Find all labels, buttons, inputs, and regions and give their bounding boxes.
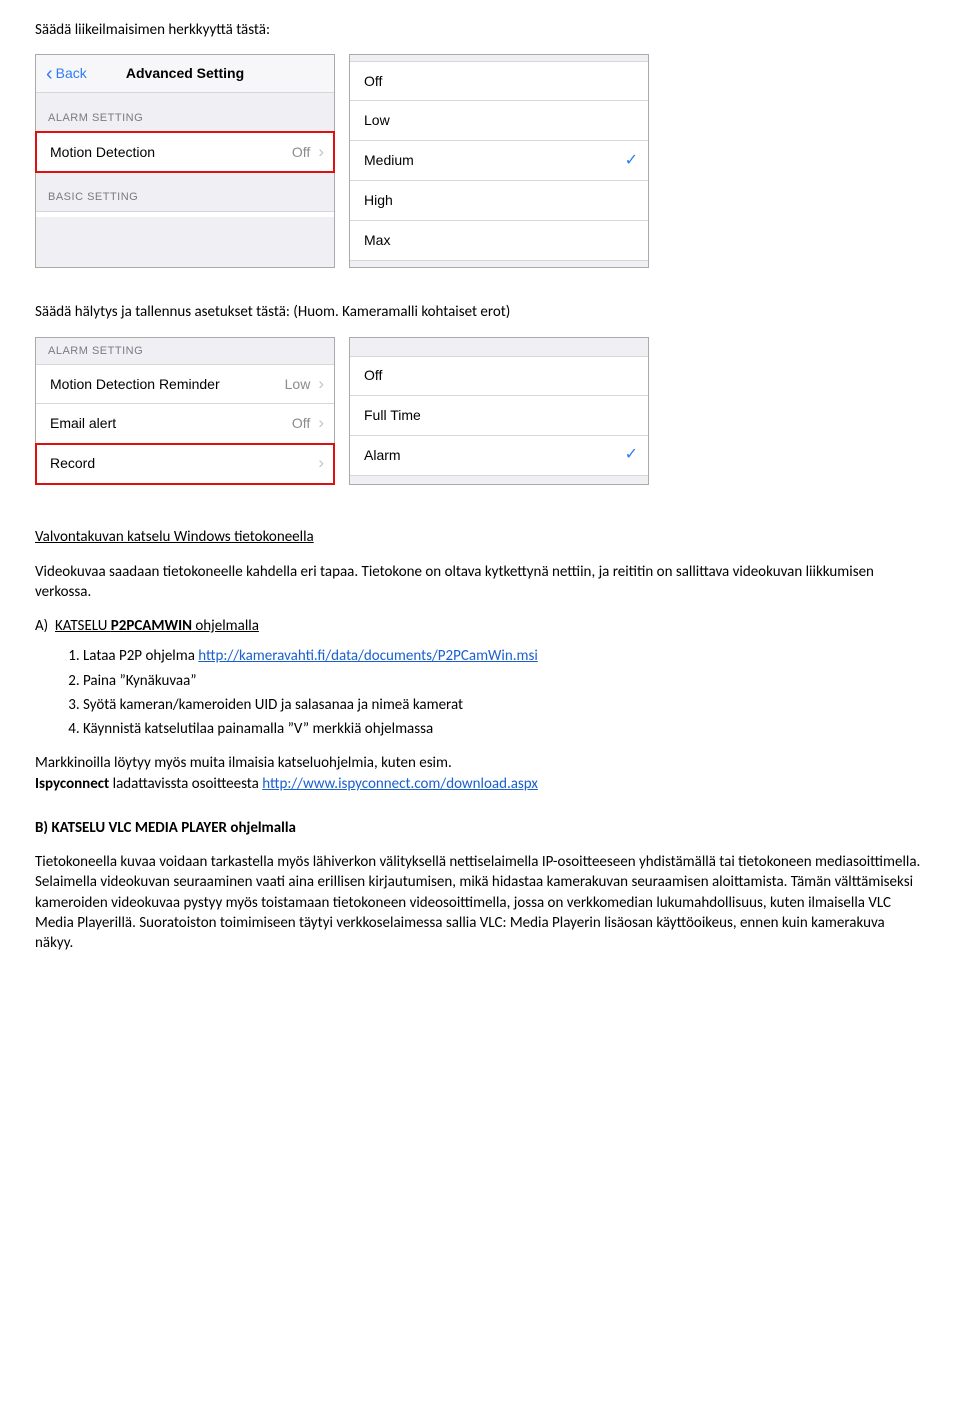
heading-sensitivity: Säädä liikeilmaisimen herkkyyttä tästä: [35, 20, 925, 40]
option-label: Medium [364, 151, 414, 170]
back-label: Back [56, 64, 87, 83]
row-label: Email alert [50, 414, 116, 433]
chevron-right-icon: › [318, 141, 324, 164]
group-stub [36, 211, 334, 217]
group-alarm-setting: ALARM SETTING [36, 93, 334, 132]
option-label: High [364, 191, 393, 210]
option-label: Low [364, 111, 390, 130]
step-2: Paina ”Kynäkuvaa” [83, 671, 925, 691]
paragraph-intro: Videokuvaa saadaan tietokoneelle kahdell… [35, 562, 925, 603]
row-label: Motion Detection Reminder [50, 375, 220, 394]
heading-alarm-record: Säädä hälytys ja tallennus asetukset täs… [35, 302, 925, 322]
option-label: Off [364, 72, 382, 91]
option-alarm[interactable]: Alarm ✓ [350, 436, 648, 476]
option-max[interactable]: Max [350, 221, 648, 261]
option-label: Full Time [364, 406, 421, 425]
group-basic-setting: BASIC SETTING [36, 172, 334, 211]
link-ispyconnect[interactable]: http://www.ispyconnect.com/download.aspx [262, 775, 538, 793]
step-4: Käynnistä katselutilaa painamalla ”V” me… [83, 719, 925, 739]
step-3: Syötä kameran/kameroiden UID ja salasana… [83, 695, 925, 715]
option-label: Max [364, 231, 390, 250]
panel-advanced-setting: ‹ Back Advanced Setting ALARM SETTING Mo… [35, 54, 335, 268]
check-icon: ✓ [625, 150, 638, 172]
check-icon: ✓ [625, 444, 638, 466]
group-alarm-setting: ALARM SETTING [36, 338, 334, 365]
row-motion-detection[interactable]: Motion Detection Off › [36, 132, 334, 172]
link-p2pcamwin[interactable]: http://kameravahti.fi/data/documents/P2P… [198, 647, 538, 665]
option-label: Off [364, 366, 382, 385]
row-value: Low [285, 375, 311, 394]
nav-bar: ‹ Back Advanced Setting [36, 55, 334, 93]
step-1-text: Lataa P2P ohjelma [83, 647, 198, 665]
row-alarm-record: ALARM SETTING Motion Detection Reminder … [35, 337, 925, 486]
chevron-right-icon: › [318, 412, 324, 435]
sub-b-text: B) KATSELU VLC MEDIA PLAYER ohjelmalla [35, 819, 296, 837]
panel-record-options: Off Full Time Alarm ✓ [349, 337, 649, 486]
panel-alarm-settings: ALARM SETTING Motion Detection Reminder … [35, 337, 335, 486]
row-motion-reminder[interactable]: Motion Detection Reminder Low › [36, 364, 334, 404]
row-value: Off [292, 414, 310, 433]
option-full-time[interactable]: Full Time [350, 396, 648, 436]
row-label: Record [50, 454, 95, 473]
subheading-a: A) KATSELU P2PCAMWIN ohjelmalla [35, 616, 925, 636]
row-record[interactable]: Record › [36, 444, 334, 484]
row-sensitivity: ‹ Back Advanced Setting ALARM SETTING Mo… [35, 54, 925, 268]
others-line1: Markkinoilla löytyy myös muita ilmaisia … [35, 754, 452, 772]
chevron-right-icon: › [318, 373, 324, 396]
subheading-b: B) KATSELU VLC MEDIA PLAYER ohjelmalla [35, 818, 925, 838]
paragraph-vlc: Tietokoneella kuvaa voidaan tarkastella … [35, 852, 925, 953]
sub-a-text: KATSELU P2PCAMWIN ohjelmalla [55, 617, 259, 635]
row-value: Off [292, 143, 310, 162]
paragraph-others: Markkinoilla löytyy myös muita ilmaisia … [35, 753, 925, 794]
panel-sensitivity-options: Off Low Medium ✓ High Max [349, 54, 649, 268]
ispy-name: Ispyconnect [35, 775, 109, 793]
chevron-right-icon: › [318, 452, 324, 475]
step-1: Lataa P2P ohjelma http://kameravahti.fi/… [83, 646, 925, 666]
heading-windows-viewing: Valvontakuvan katselu Windows tietokonee… [35, 527, 925, 547]
list-a-steps: Lataa P2P ohjelma http://kameravahti.fi/… [35, 646, 925, 739]
option-off[interactable]: Off [350, 356, 648, 396]
row-email-alert[interactable]: Email alert Off › [36, 404, 334, 444]
ispy-mid: ladattavissta osoitteesta [113, 775, 263, 793]
option-low[interactable]: Low [350, 101, 648, 141]
option-high[interactable]: High [350, 181, 648, 221]
option-medium[interactable]: Medium ✓ [350, 141, 648, 181]
chevron-left-icon: ‹ [46, 64, 53, 84]
back-button[interactable]: ‹ Back [36, 64, 97, 84]
option-label: Alarm [364, 446, 401, 465]
option-off[interactable]: Off [350, 61, 648, 101]
row-label: Motion Detection [50, 143, 155, 162]
